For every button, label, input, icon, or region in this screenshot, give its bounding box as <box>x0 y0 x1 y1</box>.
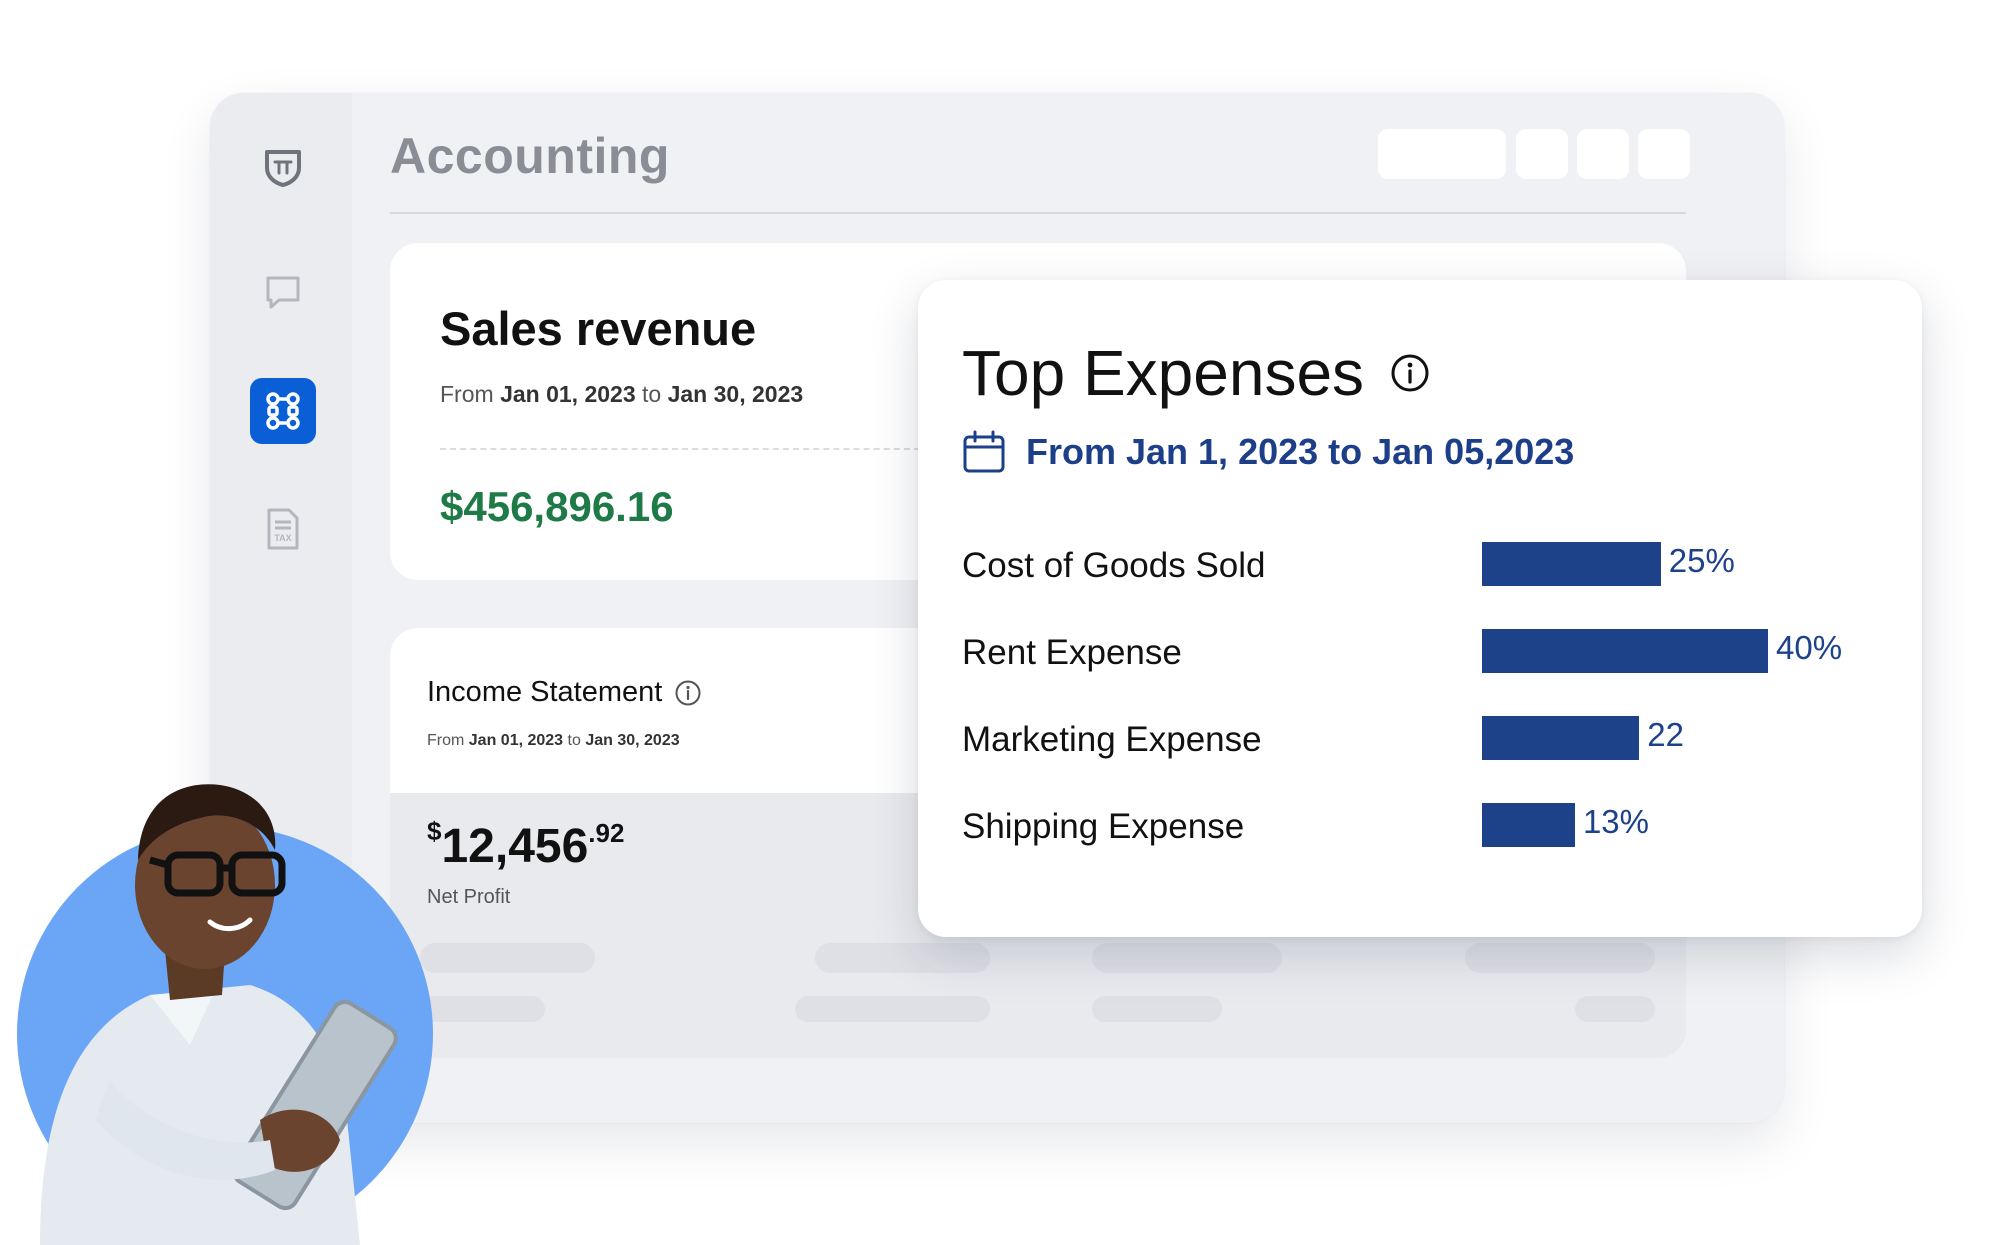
expense-bar <box>1482 803 1575 847</box>
expense-value: 40% <box>1776 629 1843 666</box>
skeleton-line <box>1465 943 1655 973</box>
top-expenses-title-text: Top Expenses <box>962 337 1365 409</box>
expense-row: Cost of Goods Sold 25% <box>962 542 1882 592</box>
header-button-placeholder[interactable] <box>1638 129 1690 179</box>
svg-text:TAX: TAX <box>274 533 291 543</box>
net-decimal: .92 <box>588 818 625 848</box>
expense-label: Rent Expense <box>962 633 1182 672</box>
expenses-date-range[interactable]: From Jan 1, 2023 to Jan 05,2023 <box>962 430 1574 474</box>
range-start: Jan 01, 2023 <box>500 381 636 407</box>
expense-value: 25% <box>1668 542 1735 579</box>
header-button-placeholder[interactable] <box>1378 129 1506 179</box>
chat-icon[interactable] <box>250 260 316 326</box>
top-expenses-card[interactable]: Top Expenses From Jan 1, 2023 to Jan 05,… <box>918 280 1922 937</box>
expense-row: Marketing Expense 22 <box>962 716 1882 766</box>
top-expenses-title: Top Expenses <box>962 336 1430 410</box>
person-with-tablet-image <box>17 784 433 1245</box>
apps-grid-icon[interactable] <box>250 378 316 444</box>
expense-row: Shipping Expense 13% <box>962 803 1882 853</box>
skeleton-line <box>1092 943 1282 973</box>
range-start: Jan 01, 2023 <box>468 732 564 749</box>
info-icon[interactable] <box>1390 353 1430 393</box>
sales-value: $456,896.16 <box>440 483 674 530</box>
range-to-word: to <box>567 732 581 749</box>
skeleton-line <box>795 996 990 1022</box>
header-button-placeholder[interactable] <box>1516 129 1568 179</box>
expense-bar <box>1482 629 1768 673</box>
skeleton-line <box>1092 996 1222 1022</box>
expense-bar <box>1482 542 1661 586</box>
skeleton-line <box>815 943 990 973</box>
tax-document-icon[interactable]: TAX <box>250 496 316 562</box>
range-end: Jan 30, 2023 <box>585 732 680 749</box>
range-to-word: to <box>642 381 662 407</box>
expense-value: 13% <box>1582 803 1649 840</box>
expense-label: Marketing Expense <box>962 720 1262 759</box>
calendar-icon <box>963 430 1005 473</box>
expense-label: Shipping Expense <box>962 807 1245 846</box>
skeleton-line <box>1575 996 1655 1022</box>
sales-title: Sales revenue <box>440 302 757 355</box>
expense-row: Rent Expense 40% <box>962 629 1882 679</box>
expense-bar <box>1482 716 1640 760</box>
range-end: Jan 30, 2023 <box>667 381 804 407</box>
expense-value: 22 <box>1647 716 1685 753</box>
info-icon[interactable] <box>674 679 702 707</box>
sales-date-range: From Jan 01, 2023 to Jan 30, 2023 <box>440 381 803 408</box>
header-divider <box>390 212 1686 214</box>
shield-logo-icon[interactable] <box>250 133 316 199</box>
expense-label: Cost of Goods Sold <box>962 546 1266 585</box>
expenses-range-text: From Jan 1, 2023 to Jan 05,2023 <box>1026 431 1575 472</box>
divider <box>440 448 920 450</box>
header-button-placeholder[interactable] <box>1577 129 1629 179</box>
range-from-word: From <box>440 381 494 407</box>
page-title: Accounting <box>390 128 670 184</box>
